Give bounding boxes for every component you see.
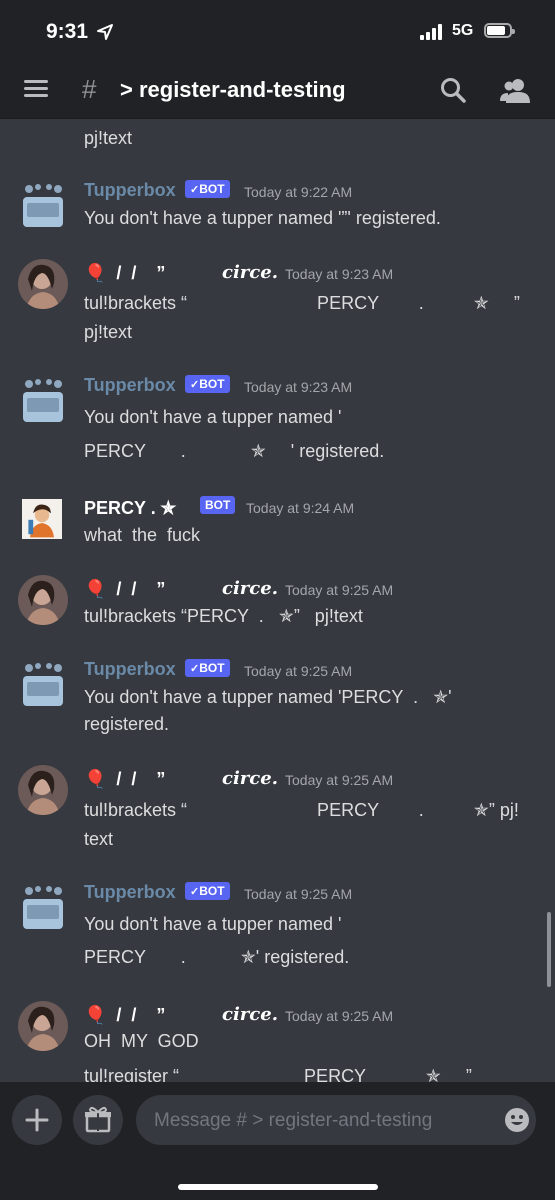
bot-badge: ✓BOT: [185, 180, 230, 198]
status-bar: 9:31 5G: [0, 0, 555, 60]
message-line: PERCY . ✯ ' registered.: [84, 441, 385, 461]
tupperbox-avatar[interactable]: [18, 181, 68, 231]
cellular-signal-icon: [420, 24, 442, 40]
emoji-icon[interactable]: [504, 1107, 530, 1133]
message-input-container[interactable]: [136, 1095, 536, 1147]
message-line: tul!brackets “PERCY . ✯” pj!text: [84, 606, 363, 626]
gift-button[interactable]: [73, 1095, 123, 1145]
add-attachment-button[interactable]: [12, 1095, 62, 1145]
message-line: OH MY GOD: [84, 1031, 199, 1051]
network-type: 5G: [452, 22, 474, 39]
user-avatar[interactable]: [18, 575, 68, 625]
timestamp: Today at 9:25 AM: [285, 1008, 394, 1024]
user-avatar[interactable]: [18, 259, 68, 309]
author-name[interactable]: Tupperbox: [84, 882, 176, 903]
timestamp: Today at 9:24 AM: [246, 500, 355, 516]
user-avatar[interactable]: [18, 765, 68, 815]
channel-name[interactable]: > register-and-testing: [120, 77, 346, 103]
message-line: pj!text: [84, 128, 133, 148]
channel-header: # > register-and-testing: [0, 60, 555, 119]
message-line: You don't have a tupper named '”' regist…: [84, 208, 441, 228]
percy-avatar[interactable]: [22, 499, 62, 539]
author-name[interactable]: circe.: [222, 262, 278, 283]
message-line: You don't have a tupper named 'PERCY . ✯…: [84, 687, 452, 707]
message-line: what the fuck: [84, 525, 201, 545]
timestamp: Today at 9:23 AM: [244, 379, 353, 395]
author-name[interactable]: Tupperbox: [84, 375, 176, 396]
battery-icon: [484, 23, 515, 38]
timestamp: Today at 9:22 AM: [244, 184, 353, 200]
timestamp: Today at 9:25 AM: [285, 772, 394, 788]
bot-badge: ✓BOT: [185, 375, 230, 393]
gift-icon: [85, 1106, 111, 1133]
message-line: tul!register “ PERCY ✯ ”: [84, 1066, 472, 1082]
author-name[interactable]: circe.: [222, 768, 278, 789]
author-prefix: 🎈 / / ”: [84, 769, 166, 789]
message-line: text: [84, 829, 114, 849]
search-icon[interactable]: [440, 77, 466, 103]
author-prefix: 🎈 / / ”: [84, 1005, 166, 1025]
message-line: PERCY . ✯' registered.: [84, 947, 350, 967]
tupperbox-avatar[interactable]: [18, 376, 68, 426]
message-input[interactable]: [152, 1095, 486, 1147]
author-name[interactable]: PERCY . ✯: [84, 498, 176, 519]
home-indicator: [178, 1184, 378, 1190]
message-list[interactable]: pj!text Tupperbox ✓BOT Today at 9:22 AM …: [0, 119, 555, 1082]
author-prefix: 🎈 / / ”: [84, 579, 166, 599]
status-time: 9:31: [46, 20, 89, 43]
author-prefix: 🎈 / / ”: [84, 263, 166, 283]
location-arrow-icon: [97, 24, 113, 40]
tupperbox-avatar[interactable]: [18, 883, 68, 933]
author-name[interactable]: circe.: [222, 578, 278, 599]
timestamp: Today at 9:23 AM: [285, 266, 394, 282]
message-line: registered.: [84, 714, 170, 734]
user-avatar[interactable]: [18, 1001, 68, 1051]
tupperbox-avatar[interactable]: [18, 660, 68, 710]
author-name[interactable]: Tupperbox: [84, 659, 176, 680]
message-line: You don't have a tupper named ': [84, 914, 342, 934]
channel-hash-icon: #: [82, 74, 97, 104]
author-name[interactable]: Tupperbox: [84, 180, 176, 201]
menu-icon[interactable]: [24, 80, 48, 98]
plus-icon: [25, 1108, 49, 1132]
timestamp: Today at 9:25 AM: [285, 582, 394, 598]
timestamp: Today at 9:25 AM: [244, 663, 353, 679]
members-icon[interactable]: [500, 77, 530, 103]
bot-badge: BOT: [200, 496, 236, 514]
message-line: You don't have a tupper named ': [84, 407, 342, 427]
bot-badge: ✓BOT: [185, 882, 230, 900]
bot-badge: ✓BOT: [185, 659, 230, 677]
author-name[interactable]: circe.: [222, 1004, 278, 1025]
message-composer: [0, 1082, 555, 1200]
scrollbar[interactable]: [547, 912, 551, 987]
message-line: pj!text: [84, 322, 133, 342]
message-line: tul!brackets “ PERCY . ✯ ”: [84, 293, 520, 313]
message-line: tul!brackets “ PERCY . ✯” pj!: [84, 800, 519, 820]
timestamp: Today at 9:25 AM: [244, 886, 353, 902]
